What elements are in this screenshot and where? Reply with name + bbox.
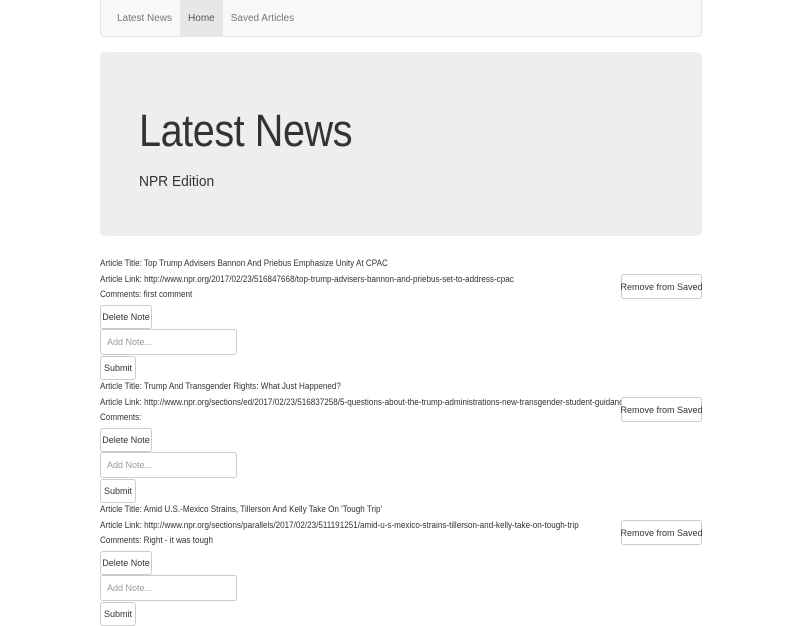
add-note-input[interactable]	[100, 451, 237, 478]
page-title: Latest News	[139, 105, 353, 156]
article-title: Article Title: Trump And Transgender Rig…	[100, 381, 341, 391]
article-link[interactable]: Article Link: http://www.npr.org/section…	[100, 518, 642, 534]
jumbotron: Latest News NPR Edition	[100, 52, 702, 236]
article-link[interactable]: Article Link: http://www.npr.org/section…	[100, 395, 642, 411]
article-item: Article Title: Top Trump Advisers Bannon…	[100, 256, 703, 380]
submit-note-button[interactable]: Submit	[100, 601, 136, 626]
article-item: Article Title: Trump And Transgender Rig…	[100, 379, 703, 503]
navbar: Latest News Home Saved Articles	[100, 0, 702, 37]
page-subtitle: NPR Edition	[139, 173, 215, 190]
article-comments: Comments: first comment	[100, 289, 193, 299]
articles-list: Article Title: Top Trump Advisers Bannon…	[100, 256, 703, 626]
delete-note-button[interactable]: Delete Note	[100, 304, 152, 329]
article-comments: Comments: Right - it was tough	[100, 535, 214, 545]
nav-item-home[interactable]: Home	[180, 0, 223, 36]
delete-note-button[interactable]: Delete Note	[100, 550, 152, 575]
article-title: Article Title: Amid U.S.-Mexico Strains,…	[100, 504, 383, 514]
add-note-input[interactable]	[100, 328, 237, 355]
navbar-brand-link[interactable]: Latest News	[101, 0, 180, 36]
article-item: Article Title: Amid U.S.-Mexico Strains,…	[100, 502, 703, 626]
article-link[interactable]: Article Link: http://www.npr.org/2017/02…	[100, 272, 642, 288]
remove-from-saved-button[interactable]: Remove from Saved	[620, 520, 703, 545]
submit-note-button[interactable]: Submit	[100, 355, 136, 380]
article-comments: Comments:	[100, 412, 142, 422]
nav-item-saved-articles[interactable]: Saved Articles	[223, 0, 302, 36]
add-note-input[interactable]	[100, 574, 237, 601]
article-title: Article Title: Top Trump Advisers Bannon…	[100, 258, 388, 268]
remove-from-saved-button[interactable]: Remove from Saved	[620, 274, 703, 299]
delete-note-button[interactable]: Delete Note	[100, 427, 152, 452]
remove-from-saved-button[interactable]: Remove from Saved	[620, 397, 703, 422]
submit-note-button[interactable]: Submit	[100, 478, 136, 503]
